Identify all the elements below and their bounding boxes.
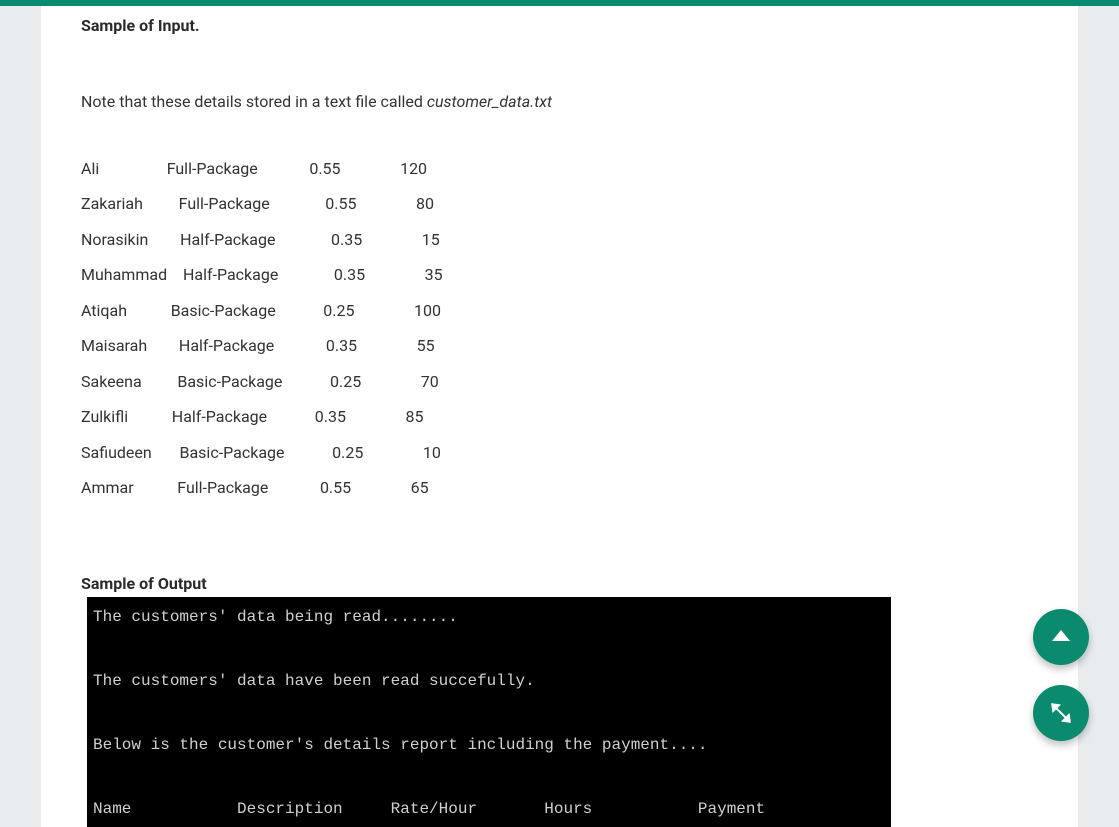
input-data-row: Safiudeen Basic-Package 0.25 10 (81, 435, 1051, 471)
input-data-row: Zulkifli Half-Package 0.35 85 (81, 399, 1051, 435)
console-line: The customers' data being read........ (93, 601, 885, 633)
output-sample-heading: Sample of Output (81, 574, 1051, 593)
chevron-up-icon (1052, 630, 1070, 641)
content-card: Sample of Input. Note that these details… (68, 6, 1051, 827)
input-data-block: Ali Full-Package 0.55 120Zakariah Full-P… (81, 151, 1051, 506)
console-line: Below is the customer's details report i… (93, 729, 885, 761)
input-note: Note that these details stored in a text… (81, 89, 1051, 115)
expand-fullscreen-button[interactable] (1033, 685, 1089, 741)
input-data-row: Ammar Full-Package 0.55 65 (81, 470, 1051, 506)
console-line: Name Description Rate/Hour Hours Payment (93, 793, 885, 825)
input-data-row: Muhammad Half-Package 0.35 35 (81, 257, 1051, 293)
console-line (93, 633, 885, 665)
input-data-row: Atiqah Basic-Package 0.25 100 (81, 293, 1051, 329)
input-data-row: Norasikin Half-Package 0.35 15 (81, 222, 1051, 258)
console-line (93, 697, 885, 729)
input-data-row: Ali Full-Package 0.55 120 (81, 151, 1051, 187)
console-output: The customers' data being read........ T… (87, 597, 891, 827)
input-data-row: Sakeena Basic-Package 0.25 70 (81, 364, 1051, 400)
input-data-row: Maisarah Half-Package 0.35 55 (81, 328, 1051, 364)
input-sample-heading: Sample of Input. (81, 6, 1051, 37)
page-container: Sample of Input. Note that these details… (41, 6, 1078, 827)
console-line (93, 761, 885, 793)
scroll-to-top-button[interactable] (1033, 609, 1089, 665)
console-line: The customers' data have been read succe… (93, 665, 885, 697)
expand-icon (1045, 697, 1076, 728)
note-prefix: Note that these details stored in a text… (81, 92, 427, 111)
note-filename: customer_data.txt (427, 92, 552, 111)
input-data-row: Zakariah Full-Package 0.55 80 (81, 186, 1051, 222)
